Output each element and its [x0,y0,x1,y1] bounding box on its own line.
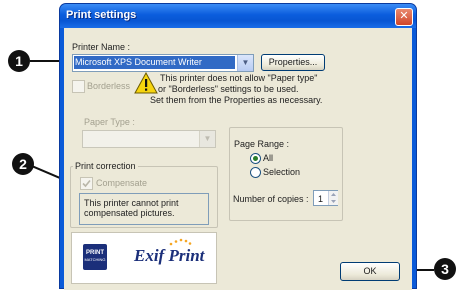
exif-print-logo: Exif Print [134,246,205,265]
copies-spinner-buttons[interactable] [328,191,338,205]
radio-selection-label: Selection [263,167,301,177]
ok-button[interactable]: OK [340,262,400,281]
warning-icon [134,71,158,94]
check-icon [82,179,91,188]
radio-selection[interactable] [250,167,261,178]
spinner-arrows-icon [331,193,336,203]
callout-3-badge: 3 [434,258,456,280]
callout-2-badge: 2 [12,153,34,175]
paper-type-label: Paper Type : [84,117,135,127]
paper-type-select[interactable]: ▼ [82,130,216,148]
printer-name-select[interactable]: Microsoft XPS Document Writer ▼ [72,54,254,72]
print-matching-logo-subtitle: MATCHING [84,257,106,262]
print-matching-logo-title: PRINT [86,250,104,256]
close-icon: ✕ [399,10,409,22]
warning-line-1: This printer does not allow "Paper type" [160,73,318,83]
properties-button[interactable]: Properties... [261,54,325,71]
print-correction-title: Print correction [73,161,138,171]
compensate-message-line-2: compensated pictures. [84,208,175,218]
chevron-down-icon[interactable]: ▼ [199,131,215,147]
copies-label: Number of copies : [233,194,309,204]
chevron-down-icon[interactable]: ▼ [237,55,253,71]
print-matching-logo: PRINT MATCHING [83,244,107,270]
close-button[interactable]: ✕ [395,8,413,26]
compensate-message-line-1: This printer cannot print [84,198,179,208]
callout-1-badge: 1 [8,50,30,72]
window-title: Print settings [66,9,137,21]
warning-line-2: or "Borderless" settings to be used. [158,84,299,94]
radio-all-label: All [263,153,274,163]
borderless-checkbox[interactable] [72,80,85,93]
warning-line-3: Set them from the Properties as necessar… [150,95,323,105]
printer-name-label: Printer Name : [72,42,131,52]
compensate-label: Compensate [96,178,148,188]
radio-all[interactable] [250,153,261,164]
compensate-checkbox[interactable] [80,177,93,190]
printer-name-value: Microsoft XPS Document Writer [74,56,235,69]
borderless-label: Borderless [87,81,131,91]
exif-sparkle-icon [168,238,192,246]
page-range-label: Page Range : [234,139,290,149]
